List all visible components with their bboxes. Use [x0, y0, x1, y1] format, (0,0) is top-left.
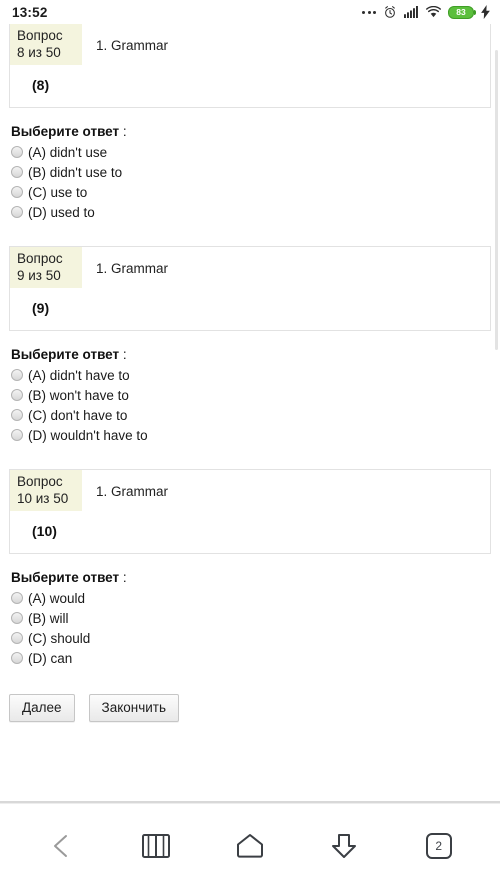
- answers-label: Выберите ответ :: [11, 124, 491, 139]
- downloads-icon: [332, 834, 357, 858]
- radio-button-icon[interactable]: [11, 409, 23, 421]
- answer-option[interactable]: (A) would: [11, 588, 491, 608]
- answer-option[interactable]: (D) wouldn't have to: [11, 425, 491, 445]
- radio-button-icon[interactable]: [11, 612, 23, 624]
- finish-button[interactable]: Закончить: [88, 694, 180, 722]
- radio-button-icon[interactable]: [11, 206, 23, 218]
- downloads-button[interactable]: [321, 823, 367, 869]
- answer-option-label: (D) used to: [28, 204, 95, 220]
- status-time: 13:52: [12, 4, 48, 20]
- answers-label-colon: :: [119, 347, 127, 362]
- question-counter-badge: Вопрос 8 из 50: [10, 24, 82, 65]
- answer-option[interactable]: (B) will: [11, 608, 491, 628]
- answers-label-colon: :: [119, 570, 127, 585]
- answer-option-label: (B) won't have to: [28, 387, 129, 403]
- answer-option-label: (A) didn't have to: [28, 367, 130, 383]
- next-button[interactable]: Далее: [9, 694, 75, 722]
- answer-option[interactable]: (A) didn't use: [11, 142, 491, 162]
- battery-icon: 83: [448, 5, 476, 19]
- question-counter-badge: Вопрос 10 из 50: [10, 470, 82, 511]
- question-text: (10): [32, 523, 57, 539]
- question-box: Вопрос 10 из 50 1. Grammar (10): [9, 469, 491, 554]
- answers-label-colon: :: [119, 124, 127, 139]
- question-box: Вопрос 9 из 50 1. Grammar (9): [9, 246, 491, 331]
- answer-option-label: (D) wouldn't have to: [28, 427, 148, 443]
- answer-option[interactable]: (C) should: [11, 628, 491, 648]
- question-header: Вопрос 10 из 50 1. Grammar: [10, 470, 490, 511]
- radio-button-icon[interactable]: [11, 146, 23, 158]
- question-counter-badge: Вопрос 9 из 50: [10, 247, 82, 288]
- answer-option-label: (B) didn't use to: [28, 164, 123, 180]
- answer-group: Выберите ответ : (A) didn't use (B) didn…: [9, 108, 491, 222]
- quiz-actions: Далее Закончить: [9, 668, 491, 722]
- radio-button-icon[interactable]: [11, 186, 23, 198]
- answer-group: Выберите ответ : (A) would (B) will (C) …: [9, 554, 491, 668]
- question-section-label: 1. Grammar: [96, 261, 169, 276]
- answer-option-label: (C) don't have to: [28, 407, 128, 423]
- answer-option[interactable]: (D) can: [11, 648, 491, 668]
- home-button[interactable]: [227, 823, 273, 869]
- back-icon: [54, 835, 68, 857]
- home-icon: [236, 834, 263, 858]
- answer-option-label: (B) will: [28, 610, 69, 626]
- charging-bolt-icon: [481, 5, 490, 19]
- question-text: (9): [32, 300, 50, 316]
- answer-option-label: (D) can: [28, 650, 73, 666]
- radio-button-icon[interactable]: [11, 369, 23, 381]
- radio-button-icon[interactable]: [11, 166, 23, 178]
- answer-group: Выберите ответ : (A) didn't have to (B) …: [9, 331, 491, 445]
- radio-button-icon[interactable]: [11, 652, 23, 664]
- back-button[interactable]: [38, 823, 84, 869]
- question-text: (8): [32, 77, 50, 93]
- more-dots-icon: [362, 10, 376, 14]
- answer-option[interactable]: (C) use to: [11, 182, 491, 202]
- bookmarks-icon: [141, 834, 170, 858]
- answer-option-label: (C) use to: [28, 184, 88, 200]
- page-scrollbar[interactable]: [495, 24, 499, 803]
- question-section-label: 1. Grammar: [96, 484, 169, 499]
- answer-option-label: (A) would: [28, 590, 86, 606]
- answers-label: Выберите ответ :: [11, 347, 491, 362]
- page-bottom-divider: [0, 801, 500, 803]
- answers-label-text: Выберите ответ: [11, 347, 120, 362]
- radio-button-icon[interactable]: [11, 389, 23, 401]
- alarm-clock-icon: [385, 6, 395, 18]
- signal-bars-icon: [404, 6, 418, 18]
- battery-level-label: 83: [456, 6, 466, 17]
- answer-option[interactable]: (A) didn't have to: [11, 365, 491, 385]
- radio-button-icon[interactable]: [11, 632, 23, 644]
- status-bar: 13:52 83: [0, 0, 500, 24]
- question-header: Вопрос 9 из 50 1. Grammar: [10, 247, 490, 288]
- answers-label-text: Выберите ответ: [11, 570, 120, 585]
- answer-option-label: (C) should: [28, 630, 91, 646]
- answer-option[interactable]: (B) won't have to: [11, 385, 491, 405]
- answer-option-label: (A) didn't use: [28, 144, 108, 160]
- tabs-icon: 2: [425, 833, 452, 859]
- page-scrollbar-thumb[interactable]: [495, 50, 498, 350]
- radio-button-icon[interactable]: [11, 592, 23, 604]
- answers-label-text: Выберите ответ: [11, 124, 120, 139]
- bookmarks-button[interactable]: [133, 823, 179, 869]
- radio-button-icon[interactable]: [11, 429, 23, 441]
- browser-bottom-nav: 2: [0, 803, 500, 888]
- wifi-icon: [426, 5, 441, 17]
- web-page-content: Вопрос 8 из 50 1. Grammar (8) Выберите о…: [0, 24, 500, 803]
- status-icon-group: 83: [362, 5, 490, 19]
- answer-option[interactable]: (D) used to: [11, 202, 491, 222]
- answer-option[interactable]: (C) don't have to: [11, 405, 491, 425]
- question-section-label: 1. Grammar: [96, 38, 169, 53]
- question-header: Вопрос 8 из 50 1. Grammar: [10, 24, 490, 65]
- answers-label: Выберите ответ :: [11, 570, 491, 585]
- question-box: Вопрос 8 из 50 1. Grammar (8): [9, 24, 491, 108]
- answer-option[interactable]: (B) didn't use to: [11, 162, 491, 182]
- tab-count-label: 2: [435, 839, 443, 853]
- tabs-button[interactable]: 2: [416, 823, 462, 869]
